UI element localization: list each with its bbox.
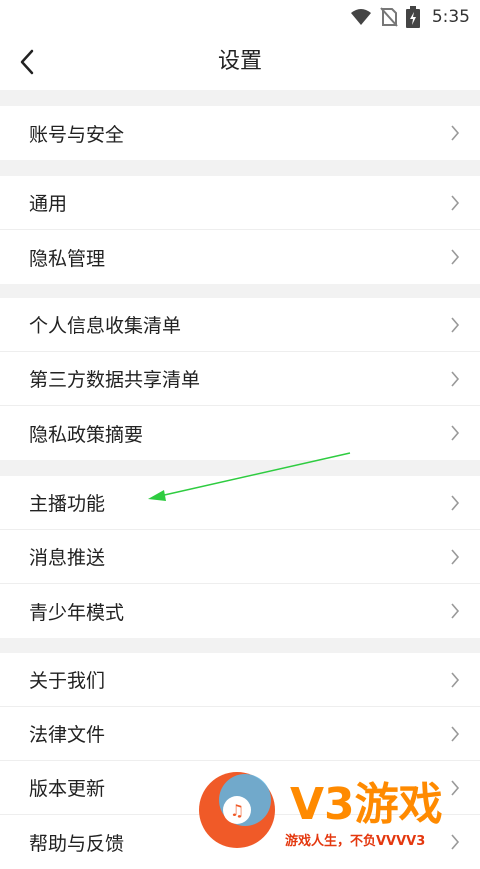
settings-section-features: 主播功能 消息推送 青少年模式 <box>0 476 480 638</box>
settings-item-label: 主播功能 <box>29 493 106 515</box>
watermark-logo: ♫ V3游戏 游戏人生，不负VVVV3 <box>195 768 480 853</box>
status-bar: 5:35 <box>0 0 480 34</box>
settings-section-general: 通用 隐私管理 <box>0 176 480 284</box>
settings-item-label: 关于我们 <box>29 670 106 692</box>
settings-item-label: 第三方数据共享清单 <box>29 369 201 391</box>
no-sim-icon <box>380 7 398 27</box>
settings-item-label: 法律文件 <box>29 724 106 746</box>
settings-item-account-security[interactable]: 账号与安全 <box>0 106 480 160</box>
nav-bar: 设置 <box>0 34 480 90</box>
settings-item-third-party-sharing[interactable]: 第三方数据共享清单 <box>0 352 480 406</box>
settings-item-label: 账号与安全 <box>29 123 125 146</box>
music-disc-icon: ♫ <box>199 772 275 848</box>
settings-item-label: 个人信息收集清单 <box>29 315 182 337</box>
chevron-right-icon <box>451 549 460 565</box>
settings-item-personal-info-list[interactable]: 个人信息收集清单 <box>0 298 480 352</box>
chevron-right-icon <box>451 195 460 211</box>
page-title: 设置 <box>217 49 262 74</box>
settings-item-label: 通用 <box>29 193 68 215</box>
settings-item-about-us[interactable]: 关于我们 <box>0 653 480 707</box>
settings-item-label: 隐私政策摘要 <box>29 423 144 446</box>
chevron-right-icon <box>451 425 460 441</box>
settings-item-label: 青少年模式 <box>29 601 125 624</box>
status-time: 5:35 <box>431 7 470 27</box>
settings-item-teen-mode[interactable]: 青少年模式 <box>0 584 480 638</box>
chevron-right-icon <box>451 603 460 619</box>
status-icons: 5:35 <box>350 5 470 29</box>
settings-item-label: 帮助与反馈 <box>29 832 125 855</box>
wifi-icon <box>350 9 371 25</box>
battery-icon <box>405 6 420 28</box>
svg-text:♫: ♫ <box>230 801 244 820</box>
chevron-right-icon <box>451 317 460 333</box>
settings-item-label: 版本更新 <box>29 778 106 800</box>
chevron-right-icon <box>451 125 460 141</box>
chevron-right-icon <box>451 672 460 688</box>
settings-item-privacy-summary[interactable]: 隐私政策摘要 <box>0 406 480 460</box>
settings-item-label: 消息推送 <box>29 547 106 569</box>
settings-item-streamer-features[interactable]: 主播功能 <box>0 476 480 530</box>
watermark-slogan: 游戏人生，不负VVVV3 <box>285 834 426 849</box>
chevron-right-icon <box>451 495 460 511</box>
watermark-brand: V3游戏 <box>290 779 443 830</box>
settings-section-privacy-docs: 个人信息收集清单 第三方数据共享清单 隐私政策摘要 <box>0 298 480 460</box>
settings-item-label: 隐私管理 <box>29 247 106 270</box>
settings-item-privacy-management[interactable]: 隐私管理 <box>0 230 480 284</box>
settings-item-general[interactable]: 通用 <box>0 176 480 230</box>
settings-item-legal-documents[interactable]: 法律文件 <box>0 707 480 761</box>
settings-item-push-notifications[interactable]: 消息推送 <box>0 530 480 584</box>
chevron-right-icon <box>451 371 460 387</box>
chevron-right-icon <box>451 726 460 742</box>
chevron-right-icon <box>451 249 460 265</box>
settings-section-account: 账号与安全 <box>0 106 480 160</box>
